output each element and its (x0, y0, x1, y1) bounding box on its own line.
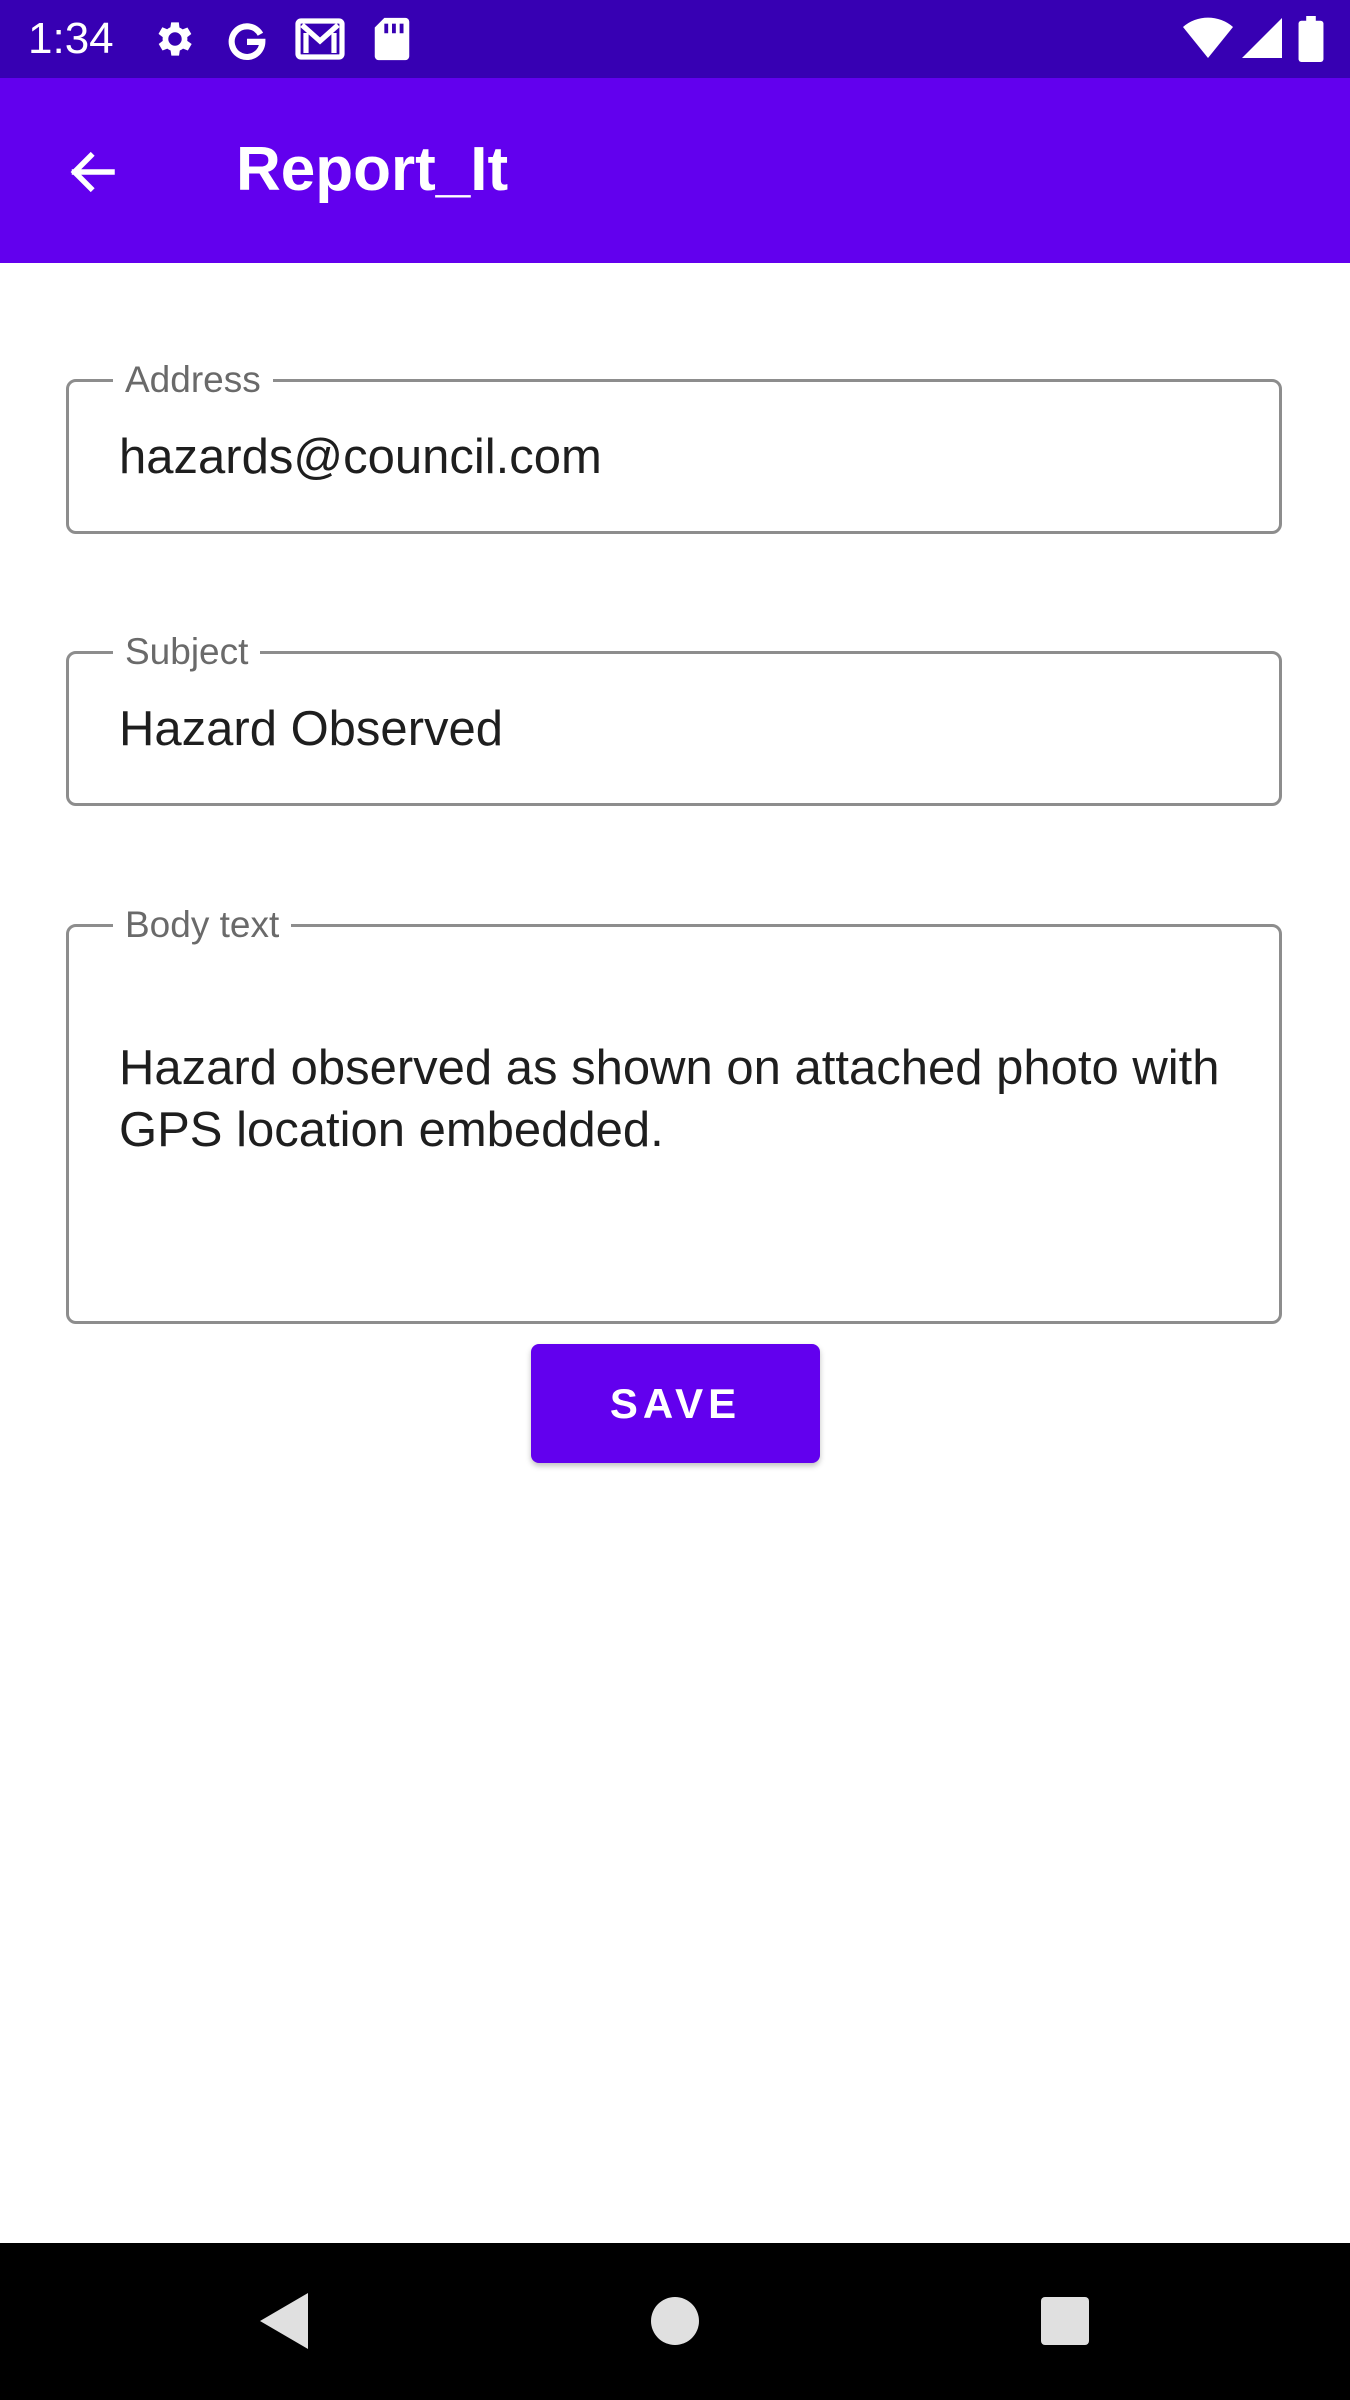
page-title: Report_It (236, 135, 509, 204)
back-triangle-icon[interactable] (244, 2281, 324, 2361)
battery-icon (1298, 16, 1324, 62)
back-button[interactable] (40, 132, 144, 212)
address-label: Address (113, 358, 273, 402)
arrow-left-icon (70, 151, 115, 193)
subject-label: Subject (113, 630, 261, 674)
google-icon (228, 23, 266, 60)
app-bar: Report_It (0, 78, 1350, 263)
body-text-input[interactable]: Hazard observed as shown on attached pho… (119, 1037, 1239, 1161)
status-time: 1:34 (28, 14, 114, 63)
gear-icon (158, 22, 192, 56)
home-circle-icon[interactable] (635, 2281, 715, 2361)
body-text-label: Body text (113, 903, 292, 947)
address-field[interactable]: Address (66, 358, 1282, 534)
save-button[interactable]: SAVE (531, 1344, 820, 1463)
sd-card-icon (374, 17, 410, 61)
address-input[interactable] (119, 426, 1239, 488)
navigation-bar (0, 2243, 1350, 2400)
subject-field[interactable]: Subject (66, 630, 1282, 806)
recents-square-icon[interactable] (1025, 2281, 1105, 2361)
body-text-field[interactable]: Body text Hazard observed as shown on at… (66, 903, 1282, 1324)
wifi-icon (1183, 17, 1233, 58)
subject-input[interactable] (119, 698, 1239, 760)
signal-icon (1242, 18, 1282, 58)
gmail-icon (295, 18, 345, 60)
status-bar: 1:34 (0, 0, 1350, 78)
